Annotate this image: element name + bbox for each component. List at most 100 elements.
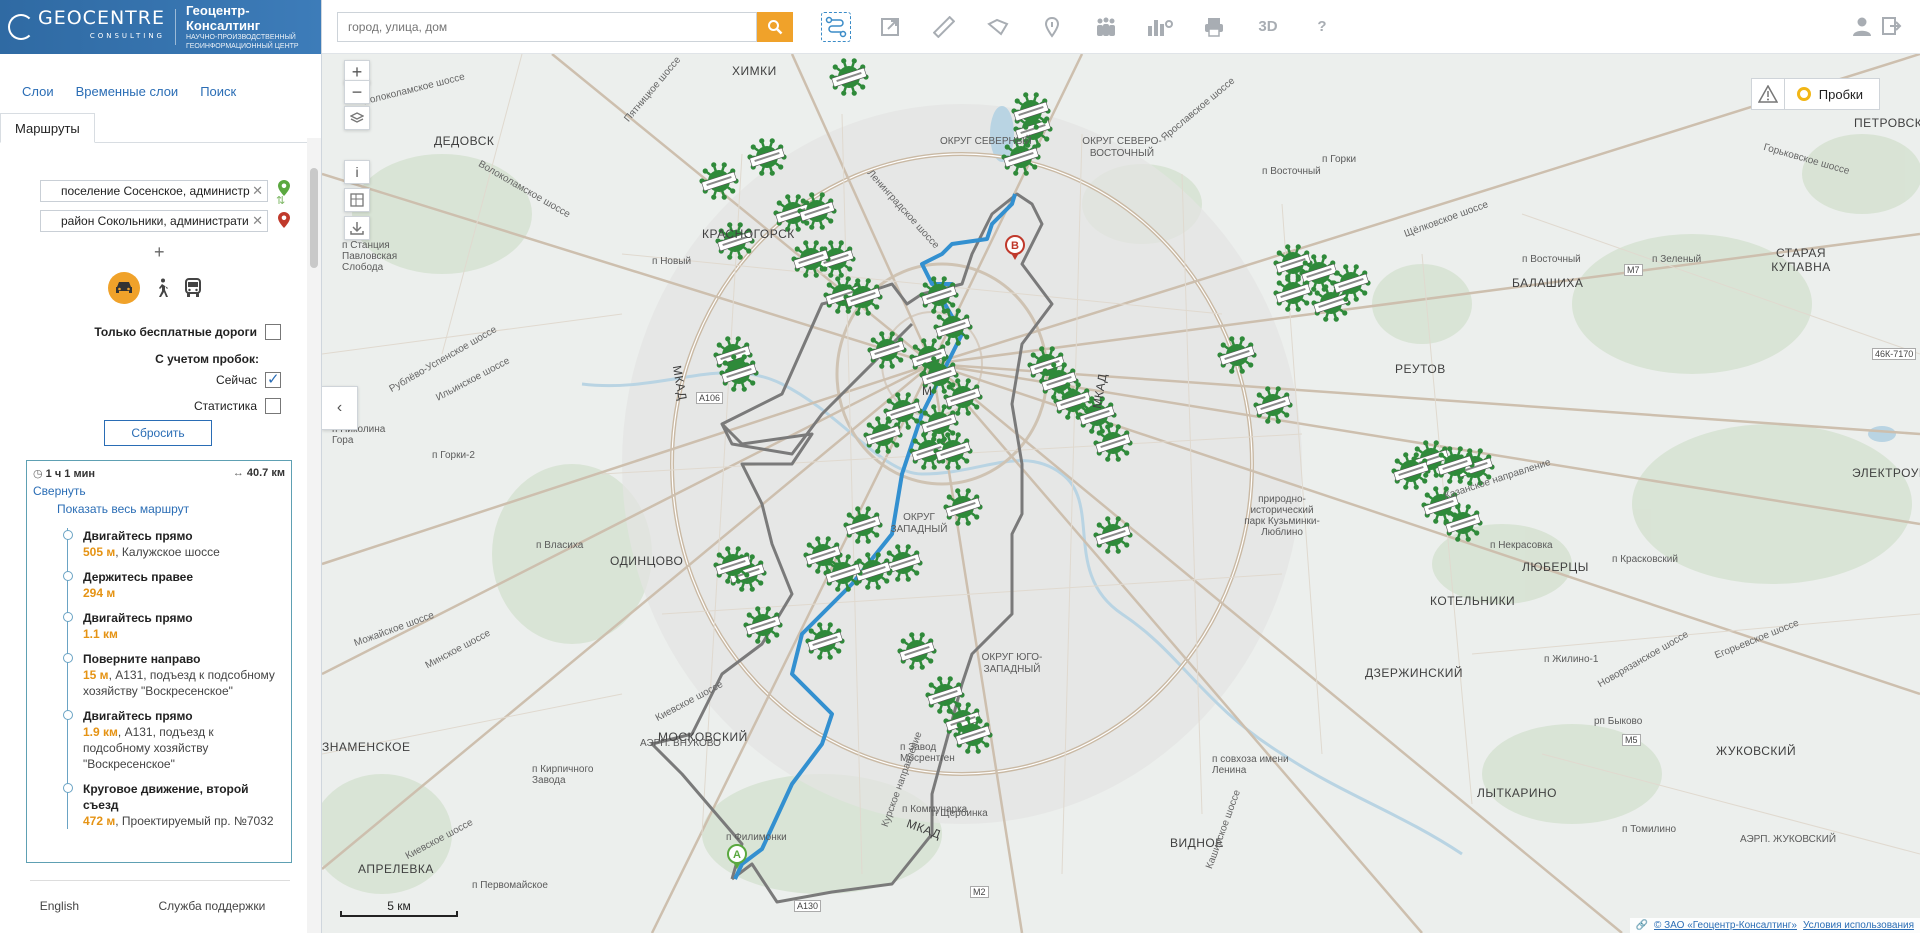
share-tool-button[interactable] bbox=[875, 12, 905, 42]
reset-button[interactable]: Сбросить bbox=[104, 420, 212, 446]
route-step[interactable]: Поверните направо 15 м, A131, подъезд к п… bbox=[27, 651, 291, 699]
area-tool-button[interactable] bbox=[983, 12, 1013, 42]
virus-marker-icon[interactable] bbox=[712, 544, 754, 586]
virus-marker-icon[interactable] bbox=[698, 160, 740, 202]
people-tool-button[interactable] bbox=[1091, 12, 1121, 42]
virus-marker-icon[interactable] bbox=[746, 136, 788, 178]
car-mode-button[interactable] bbox=[108, 272, 140, 304]
virus-marker-icon[interactable] bbox=[932, 306, 974, 348]
label-krasnogorsk: КРАСНОГОРСК bbox=[702, 227, 795, 241]
virus-marker-icon[interactable] bbox=[718, 352, 760, 394]
virus-marker-icon[interactable] bbox=[862, 414, 904, 456]
logout-icon[interactable] bbox=[1882, 16, 1902, 36]
label-odintsovo: ОДИНЦОВО bbox=[610, 554, 684, 568]
point-b-field[interactable]: B район Сокольники, администрати ✕ bbox=[40, 210, 268, 232]
traffic-stat-label: Статистика bbox=[193, 399, 257, 413]
virus-marker-icon[interactable] bbox=[1092, 422, 1134, 464]
measure-button[interactable] bbox=[344, 188, 370, 212]
virus-marker-icon[interactable] bbox=[796, 190, 838, 232]
label-pervomayskoe: п Первомайское bbox=[472, 880, 548, 891]
show-all-route-link[interactable]: Показать весь маршрут bbox=[27, 502, 291, 516]
traffic-stat-checkbox[interactable] bbox=[265, 398, 281, 414]
free-roads-checkbox[interactable] bbox=[265, 324, 281, 340]
virus-marker-icon[interactable] bbox=[866, 329, 908, 371]
analytics-tool-button[interactable] bbox=[1145, 12, 1175, 42]
collapse-link[interactable]: Свернуть bbox=[27, 480, 291, 502]
bus-mode-icon[interactable] bbox=[184, 278, 202, 298]
traffic-now-label: Сейчас bbox=[216, 373, 257, 387]
sidebar-scrollbar[interactable] bbox=[307, 138, 321, 933]
clear-a-icon[interactable]: ✕ bbox=[252, 181, 263, 201]
clock-icon: ◷ bbox=[33, 468, 46, 480]
download-button[interactable] bbox=[344, 216, 370, 240]
virus-marker-icon[interactable] bbox=[842, 504, 884, 546]
virus-marker-icon[interactable] bbox=[802, 534, 844, 576]
tab-temporary-layers[interactable]: Временные слои bbox=[76, 84, 179, 99]
warning-button[interactable] bbox=[1750, 78, 1785, 110]
virus-marker-icon[interactable] bbox=[1272, 272, 1314, 314]
step-title: Двигайтесь прямо bbox=[83, 529, 193, 543]
virus-marker-icon[interactable] bbox=[804, 620, 846, 662]
virus-marker-icon[interactable] bbox=[896, 630, 938, 672]
add-point-button[interactable]: + bbox=[154, 242, 165, 263]
label-zhilino: п Жилино-1 bbox=[1544, 654, 1599, 665]
route-step[interactable]: Держитесь правее 294 м bbox=[27, 569, 291, 601]
scrollbar-thumb[interactable] bbox=[310, 168, 318, 268]
label-khimki: ХИМКИ bbox=[732, 64, 777, 78]
marker-a-icon[interactable]: A bbox=[726, 843, 748, 869]
clear-b-icon[interactable]: ✕ bbox=[252, 211, 263, 231]
search-input[interactable] bbox=[337, 11, 757, 42]
tab-search[interactable]: Поиск bbox=[200, 84, 236, 99]
map-canvas[interactable]: A B ХИМКИ КРАСНОГОРСК ОДИНЦОВО МОСКОВСКИ… bbox=[322, 54, 1920, 933]
top-tabs: Слои Временные слои Поиск bbox=[0, 54, 321, 99]
logo[interactable]: GEOCENTRE CONSULTING Геоцентр-Консалтинг… bbox=[0, 0, 321, 54]
swap-points-icon[interactable]: ⇅ bbox=[276, 194, 285, 207]
route-step[interactable]: Двигайтесь прямо 1.1 км bbox=[27, 610, 291, 642]
label-dedovsk: ДЕДОВСК bbox=[434, 134, 495, 148]
traffic-now-checkbox[interactable] bbox=[265, 370, 281, 388]
virus-marker-icon[interactable] bbox=[1010, 90, 1052, 132]
label-zhukovsky-airport: АЭРП. ЖУКОВСКИЙ bbox=[1740, 834, 1837, 845]
pin-red-icon[interactable] bbox=[278, 212, 290, 228]
virus-marker-icon[interactable] bbox=[1216, 334, 1258, 376]
virus-marker-icon[interactable] bbox=[932, 430, 974, 472]
language-link[interactable]: English bbox=[40, 899, 79, 913]
copyright-link[interactable]: © ЗАО «Геоцентр-Консалтинг» bbox=[1654, 920, 1797, 931]
zoom-out-button[interactable]: − bbox=[344, 80, 370, 104]
traffic-toggle[interactable]: Пробки bbox=[1784, 78, 1880, 110]
walk-mode-icon[interactable] bbox=[154, 278, 170, 298]
route-tool-button[interactable] bbox=[821, 11, 851, 42]
help-button[interactable]: ? bbox=[1307, 12, 1337, 42]
info-button[interactable]: i bbox=[344, 160, 370, 184]
virus-marker-icon[interactable] bbox=[1442, 502, 1484, 544]
marker-tool-button[interactable] bbox=[1037, 12, 1067, 42]
logo-brand-sub: CONSULTING bbox=[89, 32, 165, 40]
point-a-field[interactable]: A поселение Сосенское, администр ✕ bbox=[40, 180, 268, 202]
marker-b-icon[interactable]: B bbox=[1004, 234, 1026, 260]
ruler-tool-button[interactable] bbox=[929, 12, 959, 42]
footer-divider bbox=[30, 880, 290, 881]
search-button[interactable] bbox=[757, 11, 793, 42]
traffic-control: Пробки bbox=[1750, 78, 1880, 110]
virus-marker-icon[interactable] bbox=[1092, 514, 1134, 556]
collapse-sidebar-button[interactable]: ‹ bbox=[322, 386, 358, 430]
virus-marker-icon[interactable] bbox=[1434, 444, 1476, 486]
virus-marker-icon[interactable] bbox=[1330, 262, 1372, 304]
tab-layers[interactable]: Слои bbox=[22, 84, 54, 99]
3d-tool-button[interactable]: 3D bbox=[1253, 12, 1283, 42]
support-link[interactable]: Служба поддержки bbox=[158, 899, 265, 913]
virus-marker-icon[interactable] bbox=[742, 604, 784, 646]
route-step[interactable]: Двигайтесь прямо 505 м, Калужское шоссе bbox=[27, 528, 291, 560]
route-step[interactable]: Двигайтесь прямо 1.9 км, A131, подъезд к … bbox=[27, 708, 291, 772]
virus-marker-icon[interactable] bbox=[1252, 384, 1294, 426]
virus-marker-icon[interactable] bbox=[828, 56, 870, 98]
route-step[interactable]: Круговое движение, второй съезд 472 м, Пр… bbox=[27, 781, 291, 829]
layers-button[interactable] bbox=[344, 106, 370, 130]
user-icon[interactable] bbox=[1852, 16, 1872, 36]
label-filimonki: п Филимонки bbox=[726, 832, 787, 843]
terms-link[interactable]: Условия использования bbox=[1803, 920, 1914, 931]
virus-marker-icon[interactable] bbox=[842, 276, 884, 318]
label-zeleny: п Зеленый bbox=[1652, 254, 1702, 265]
route-time: ◷ 1 ч 1 мин bbox=[33, 467, 95, 480]
print-tool-button[interactable] bbox=[1199, 12, 1229, 42]
